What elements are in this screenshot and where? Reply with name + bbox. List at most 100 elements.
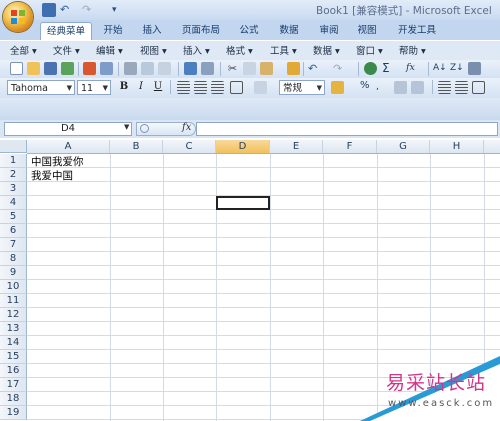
decrease-decimal-icon[interactable] [411,81,424,94]
hyperlink-icon[interactable] [364,62,377,75]
row-header[interactable]: 6 [0,224,27,238]
select-all-corner[interactable] [0,140,27,153]
tab-view[interactable]: 视图 [350,22,384,39]
tab-developer[interactable]: 开发工具 [392,22,442,39]
menu-format[interactable]: 格式 ▾ [226,43,253,57]
row-header[interactable]: 11 [0,294,27,308]
format-painter-icon[interactable] [287,62,300,75]
merge-center-icon[interactable] [230,81,243,94]
permission-icon[interactable] [61,62,74,75]
align-right-icon[interactable] [211,81,224,94]
row-header[interactable]: 4 [0,196,27,210]
menu-all[interactable]: 全部 ▾ [10,43,37,57]
row-header[interactable]: 17 [0,378,27,392]
menu-window[interactable]: 窗口 ▾ [356,43,383,57]
tab-classic-menu[interactable]: 经典菜单 [40,22,92,40]
column-header-a[interactable]: A [27,140,110,153]
menu-tools[interactable]: 工具 ▾ [270,43,297,57]
align-center-icon[interactable] [194,81,207,94]
underline-button[interactable]: U [151,80,165,94]
save-icon[interactable] [42,3,56,17]
cell-a1[interactable]: 中国我爱你 [31,154,84,169]
chart-wizard-icon[interactable] [468,62,481,75]
open-folder-icon[interactable] [27,62,40,75]
undo-icon[interactable]: ↶ [60,3,74,17]
row-header[interactable]: 9 [0,266,27,280]
tab-insert[interactable]: 插入 [135,22,169,39]
active-cell-d4[interactable] [216,196,270,210]
row-header[interactable]: 16 [0,364,27,378]
cut-icon[interactable]: ✂ [226,62,239,75]
print-preview-icon[interactable] [141,62,154,75]
autosum-icon[interactable]: Σ [382,61,390,75]
email-icon[interactable] [100,62,113,75]
office-button[interactable] [3,2,33,32]
row-header[interactable]: 10 [0,280,27,294]
comma-style-icon[interactable]: , [376,81,389,94]
borders-icon[interactable] [472,81,485,94]
save-icon[interactable] [44,62,57,75]
menu-edit[interactable]: 编辑 ▾ [96,43,123,57]
menu-file[interactable]: 文件 ▾ [53,43,80,57]
name-box[interactable]: D4 [4,122,132,136]
customize-qat-icon[interactable]: ▾ [112,3,126,17]
increase-indent-icon[interactable] [455,81,468,94]
cell-a2[interactable]: 我爱中国 [31,168,73,183]
row-header[interactable]: 3 [0,182,27,196]
sort-descending-icon[interactable]: Z↓ [450,62,464,75]
insert-function-button[interactable]: fx [182,122,191,133]
print-icon[interactable] [124,62,137,75]
redo-icon[interactable]: ↷ [82,3,96,17]
column-header-h[interactable]: H [430,140,484,153]
row-header[interactable]: 18 [0,392,27,406]
formula-input[interactable] [196,122,498,136]
paste-icon[interactable] [260,62,273,75]
research-icon[interactable] [158,62,171,75]
row-header[interactable]: 14 [0,336,27,350]
copy-icon[interactable] [243,62,256,75]
bold-button[interactable]: B [117,80,131,94]
spelling-icon[interactable] [184,62,197,75]
font-size-select[interactable]: 11 ▼ [77,80,111,95]
column-header-g[interactable]: G [377,140,430,153]
decrease-indent-icon[interactable] [438,81,451,94]
menu-view[interactable]: 视图 ▾ [140,43,167,57]
chevron-down-icon[interactable]: ▼ [124,123,129,131]
row-header[interactable]: 13 [0,322,27,336]
tab-review[interactable]: 审阅 [312,22,346,39]
wrap-text-icon[interactable] [254,81,267,94]
column-header-d[interactable]: D [216,140,270,153]
insert-function-icon[interactable]: fx [406,62,415,73]
number-format-select[interactable]: 常规 ▼ [279,80,325,95]
new-file-icon[interactable] [10,62,23,75]
undo-icon[interactable]: ↶ [308,62,321,75]
row-header[interactable]: 15 [0,350,27,364]
percent-button[interactable]: % [360,80,370,91]
row-header[interactable]: 8 [0,252,27,266]
tab-home[interactable]: 开始 [96,22,130,39]
row-header[interactable]: 2 [0,168,27,182]
column-header-f[interactable]: F [323,140,377,153]
redo-icon[interactable]: ↷ [333,62,346,75]
row-header[interactable]: 5 [0,210,27,224]
italic-button[interactable]: I [134,80,148,94]
tab-data[interactable]: 数据 [272,22,306,39]
translate-icon[interactable] [201,62,214,75]
align-left-icon[interactable] [177,81,190,94]
menu-help[interactable]: 帮助 ▾ [399,43,426,57]
column-header-b[interactable]: B [110,140,163,153]
currency-icon[interactable] [331,81,344,94]
column-header-c[interactable]: C [163,140,216,153]
row-header[interactable]: 1 [0,154,27,168]
menu-insert[interactable]: 插入 ▾ [183,43,210,57]
row-header[interactable]: 12 [0,308,27,322]
increase-decimal-icon[interactable] [394,81,407,94]
pdf-icon[interactable] [83,62,96,75]
column-header-e[interactable]: E [270,140,323,153]
row-header[interactable]: 19 [0,406,27,420]
tab-page-layout[interactable]: 页面布局 [176,22,226,39]
tab-formulas[interactable]: 公式 [232,22,266,39]
sort-ascending-icon[interactable]: A↓ [433,62,447,75]
font-name-select[interactable]: Tahoma ▼ [7,80,75,95]
menu-data[interactable]: 数据 ▾ [313,43,340,57]
